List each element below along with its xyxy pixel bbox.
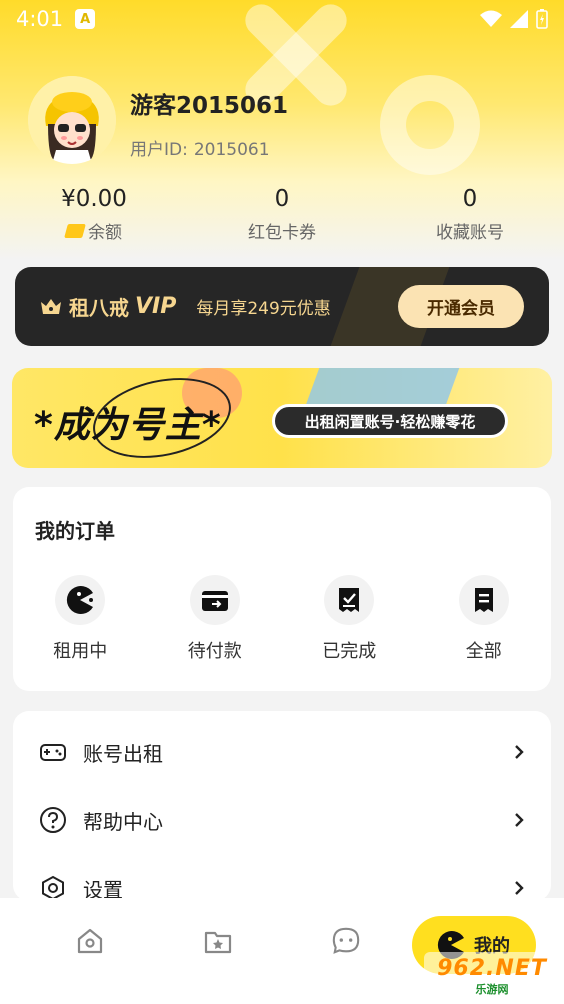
order-completed[interactable]: 已完成	[282, 575, 417, 663]
wifi-icon	[480, 10, 502, 27]
help-icon	[40, 807, 66, 833]
notification-app-icon: A	[75, 9, 96, 29]
menu-item-label: 帮助中心	[83, 809, 163, 834]
favorites-label: 收藏账号	[436, 223, 504, 243]
become-owner-banner[interactable]: *成为号主* 出租闲置账号·轻松赚零花	[12, 368, 552, 468]
avatar[interactable]	[28, 76, 116, 164]
vip-banner[interactable]: 租八戒 VIP 每月享249元优惠 开通会员	[15, 267, 549, 346]
status-bar: 4:01 A	[0, 0, 564, 38]
document-icon	[458, 575, 509, 625]
chevron-right-icon	[515, 813, 524, 827]
open-membership-button[interactable]: 开通会员	[398, 285, 524, 328]
avatar-illustration	[28, 76, 116, 164]
signal-icon	[510, 10, 528, 28]
wallet-icon	[189, 575, 240, 625]
user-id: 用户ID: 2015061	[130, 135, 270, 160]
watermark-sub: 乐游网	[475, 982, 509, 996]
menu-item-rent-out-account[interactable]: 账号出租	[13, 727, 551, 777]
order-completed-label: 已完成	[322, 641, 377, 662]
order-pending-payment-label: 待付款	[187, 641, 242, 662]
order-renting[interactable]: 租用中	[13, 575, 148, 663]
order-status-list: 租用中 待付款 已完成 全部	[13, 575, 551, 663]
account-stats: ¥0.00 余额 0 红包卡券 0 收藏账号	[0, 186, 564, 246]
stat-coupons[interactable]: 0 红包卡券	[188, 186, 376, 246]
watermark-main: 962.NET	[437, 955, 547, 981]
crown-icon	[41, 298, 61, 314]
status-icons	[480, 9, 548, 29]
receipt-check-icon	[324, 575, 375, 625]
favorites-icon	[204, 931, 232, 954]
menu-item-settings[interactable]: 设置	[13, 863, 551, 901]
tab-home[interactable]	[75, 926, 105, 956]
balance-label: 余额	[88, 223, 122, 243]
order-all-label: 全部	[465, 641, 502, 662]
user-id-label: 用户ID:	[130, 140, 188, 160]
menu-item-help-center[interactable]: 帮助中心	[13, 795, 551, 845]
tab-messages[interactable]	[331, 926, 361, 956]
favorites-value: 0	[462, 186, 478, 212]
user-id-value: 2015061	[193, 140, 270, 160]
order-pending-payment[interactable]: 待付款	[148, 575, 283, 663]
settings-menu-card: 账号出租 帮助中心 设置	[13, 711, 551, 901]
pacman-icon	[55, 575, 106, 625]
chevron-right-icon	[515, 745, 524, 759]
balance-label-row: 余额	[0, 218, 188, 243]
coupons-value: 0	[274, 186, 290, 212]
battery-icon	[536, 9, 548, 29]
banner-tagline: 出租闲置账号·轻松赚零花	[272, 404, 508, 438]
order-all[interactable]: 全部	[417, 575, 552, 663]
coupons-label: 红包卡券	[248, 223, 316, 243]
vip-brand: 租八戒 VIP	[39, 292, 176, 321]
my-orders-card: 我的订单 租用中 待付款 已完成 全部	[13, 487, 551, 691]
menu-item-label: 设置	[83, 877, 123, 902]
vip-offer-text: 每月享249元优惠	[196, 299, 331, 319]
banner-title: *成为号主*	[34, 405, 222, 446]
stat-favorites[interactable]: 0 收藏账号	[376, 186, 564, 246]
settings-icon	[42, 875, 64, 901]
gamepad-icon	[40, 744, 66, 761]
menu-item-label: 账号出租	[83, 741, 163, 766]
vip-brand-name: 租八戒	[69, 296, 129, 320]
home-icon	[77, 928, 103, 954]
status-time: 4:01	[16, 7, 64, 31]
stat-balance[interactable]: ¥0.00 余额	[0, 186, 188, 246]
decorative-circle-shape	[380, 75, 480, 175]
chat-icon	[332, 927, 360, 954]
gem-icon	[64, 223, 86, 238]
orders-title: 我的订单	[35, 519, 115, 543]
banner-decoration-card	[304, 368, 460, 408]
balance-value: ¥0.00	[61, 186, 127, 212]
chevron-right-icon	[515, 881, 524, 895]
user-name: 游客2015061	[130, 93, 289, 119]
tab-favorites[interactable]	[203, 926, 233, 956]
site-watermark: 962.NET 乐游网	[424, 952, 560, 1000]
order-renting-label: 租用中	[53, 641, 108, 662]
vip-brand-vip: VIP	[135, 294, 177, 319]
